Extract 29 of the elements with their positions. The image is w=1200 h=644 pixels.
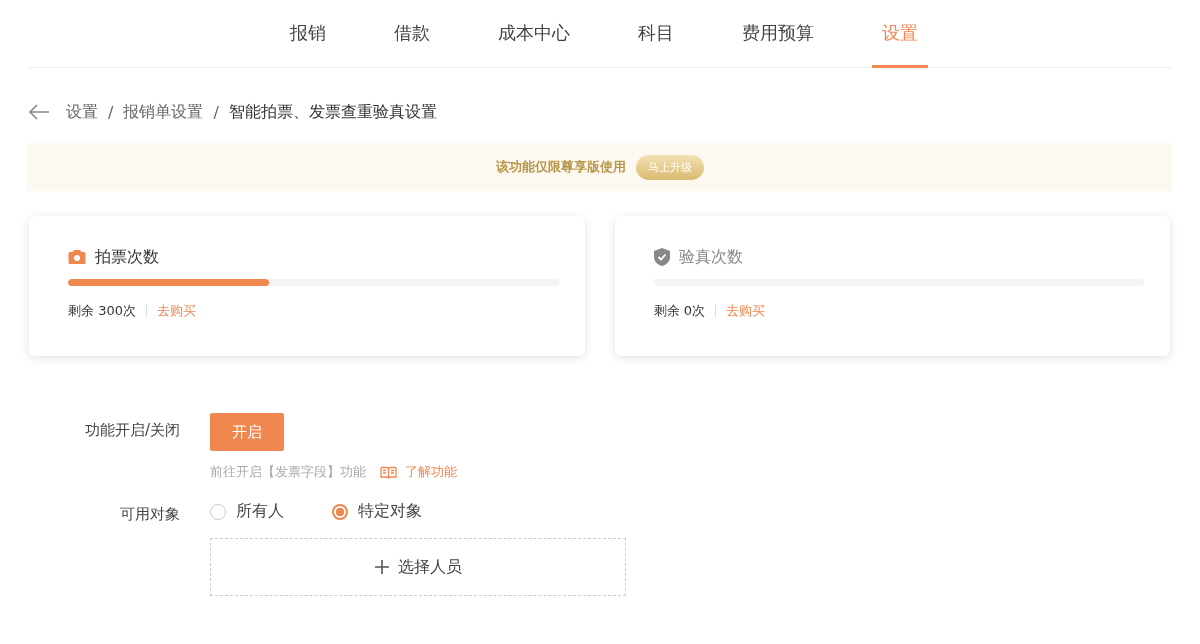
select-people-button[interactable]: 选择人员 <box>210 538 626 596</box>
book-icon <box>380 465 397 479</box>
radio-label: 特定对象 <box>358 501 422 522</box>
plus-icon <box>374 559 390 575</box>
nav-tab[interactable]: 科目 <box>628 0 684 68</box>
card-title: 验真次数 <box>678 246 743 268</box>
breadcrumb-separator: / <box>108 102 114 122</box>
nav-tab[interactable]: 借款 <box>384 0 440 68</box>
banner-text: 该功能仅限尊享版使用 <box>495 158 626 176</box>
nav-tab[interactable]: 成本中心 <box>488 0 580 68</box>
nav-tab[interactable]: 费用预算 <box>732 0 824 68</box>
card-title: 拍票次数 <box>95 246 159 268</box>
remaining-count: 剩余 0次 <box>653 302 705 320</box>
shield-check-icon <box>653 248 670 266</box>
hint-text: 前往开启【发票字段】功能 <box>210 463 366 481</box>
breadcrumb-item[interactable]: 设置 <box>66 101 98 123</box>
field-label: 功能开启/关闭 <box>83 420 180 441</box>
nav-tab[interactable]: 报销 <box>280 0 336 68</box>
back-arrow-icon[interactable] <box>28 104 50 120</box>
camera-icon <box>68 249 86 265</box>
breadcrumb-item[interactable]: 报销单设置 <box>123 101 204 123</box>
radio-label: 所有人 <box>236 501 284 522</box>
field-label: 可用对象 <box>119 504 180 525</box>
breadcrumb-separator: / <box>213 102 219 122</box>
radio-circle[interactable] <box>332 503 348 520</box>
breadcrumb-item: 智能拍票、发票查重验真设置 <box>228 101 437 123</box>
radio-option[interactable]: 特定对象 <box>332 501 422 522</box>
remaining-count: 剩余 300次 <box>68 302 136 320</box>
radio-option[interactable]: 所有人 <box>210 501 284 522</box>
